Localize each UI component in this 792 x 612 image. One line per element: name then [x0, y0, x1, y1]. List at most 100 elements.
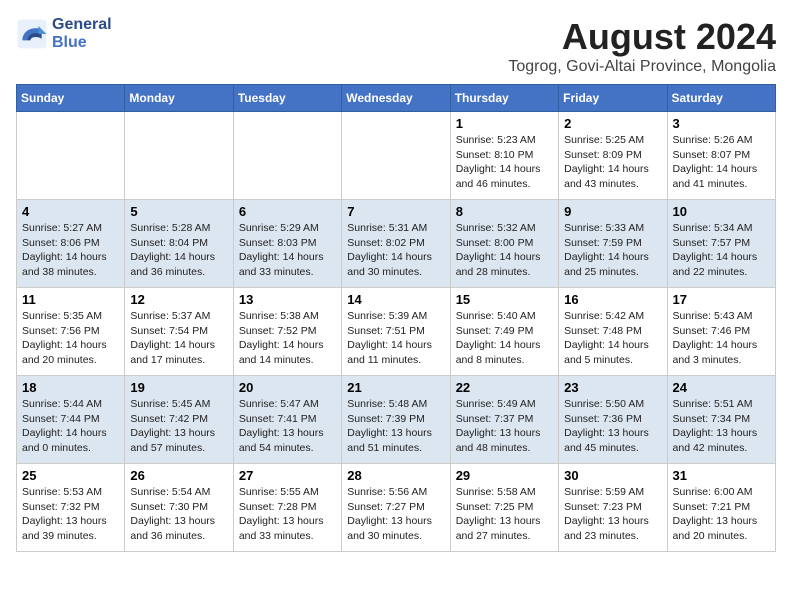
cell-content: Sunrise: 5:37 AM Sunset: 7:54 PM Dayligh… — [130, 309, 227, 368]
day-number: 8 — [456, 204, 553, 219]
cell-content: Sunrise: 5:29 AM Sunset: 8:03 PM Dayligh… — [239, 221, 336, 280]
day-number: 21 — [347, 380, 444, 395]
cell-w4-d5: 22 Sunrise: 5:49 AM Sunset: 7:37 PM Dayli… — [450, 376, 558, 464]
cell-w2-d1: 4 Sunrise: 5:27 AM Sunset: 8:06 PM Daylig… — [17, 200, 125, 288]
day-number: 23 — [564, 380, 661, 395]
cell-content: Sunrise: 5:35 AM Sunset: 7:56 PM Dayligh… — [22, 309, 119, 368]
cell-content: Sunrise: 5:59 AM Sunset: 7:23 PM Dayligh… — [564, 485, 661, 544]
header-monday: Monday — [125, 85, 233, 112]
cell-content: Sunrise: 5:51 AM Sunset: 7:34 PM Dayligh… — [673, 397, 770, 456]
day-number: 7 — [347, 204, 444, 219]
header-wednesday: Wednesday — [342, 85, 450, 112]
cell-content: Sunrise: 5:43 AM Sunset: 7:46 PM Dayligh… — [673, 309, 770, 368]
calendar-body: 1Sunrise: 5:23 AM Sunset: 8:10 PM Daylig… — [17, 112, 776, 552]
cell-content: Sunrise: 5:47 AM Sunset: 7:41 PM Dayligh… — [239, 397, 336, 456]
cell-w2-d4: 7 Sunrise: 5:31 AM Sunset: 8:02 PM Daylig… — [342, 200, 450, 288]
day-number: 28 — [347, 468, 444, 483]
cell-content: Sunrise: 5:39 AM Sunset: 7:51 PM Dayligh… — [347, 309, 444, 368]
day-number: 10 — [673, 204, 770, 219]
week-row-3: 11 Sunrise: 5:35 AM Sunset: 7:56 PM Dayli… — [17, 288, 776, 376]
cell-w3-d5: 15 Sunrise: 5:40 AM Sunset: 7:49 PM Dayli… — [450, 288, 558, 376]
cell-w1-d4 — [342, 112, 450, 200]
day-number: 14 — [347, 292, 444, 307]
day-number: 22 — [456, 380, 553, 395]
cell-content: Sunrise: 5:33 AM Sunset: 7:59 PM Dayligh… — [564, 221, 661, 280]
day-number: 6 — [239, 204, 336, 219]
day-number: 5 — [130, 204, 227, 219]
day-number: 2 — [564, 116, 661, 131]
cell-w1-d1 — [17, 112, 125, 200]
day-number: 25 — [22, 468, 119, 483]
cell-w3-d3: 13 Sunrise: 5:38 AM Sunset: 7:52 PM Dayli… — [233, 288, 341, 376]
cell-content: Sunrise: 5:32 AM Sunset: 8:00 PM Dayligh… — [456, 221, 553, 280]
cell-w4-d3: 20 Sunrise: 5:47 AM Sunset: 7:41 PM Dayli… — [233, 376, 341, 464]
day-number: 24 — [673, 380, 770, 395]
header: General Blue August 2024 Togrog, Govi-Al… — [16, 16, 776, 76]
header-sunday: Sunday — [17, 85, 125, 112]
day-number: 4 — [22, 204, 119, 219]
week-row-2: 4 Sunrise: 5:27 AM Sunset: 8:06 PM Daylig… — [17, 200, 776, 288]
day-number: 29 — [456, 468, 553, 483]
cell-w5-d7: 31Sunrise: 6:00 AM Sunset: 7:21 PM Dayli… — [667, 464, 775, 552]
day-number: 20 — [239, 380, 336, 395]
day-number: 19 — [130, 380, 227, 395]
cell-w2-d7: 10 Sunrise: 5:34 AM Sunset: 7:57 PM Dayli… — [667, 200, 775, 288]
week-row-4: 18Sunrise: 5:44 AM Sunset: 7:44 PM Dayli… — [17, 376, 776, 464]
day-number: 30 — [564, 468, 661, 483]
day-number: 13 — [239, 292, 336, 307]
cell-content: Sunrise: 5:27 AM Sunset: 8:06 PM Dayligh… — [22, 221, 119, 280]
cell-content: Sunrise: 5:38 AM Sunset: 7:52 PM Dayligh… — [239, 309, 336, 368]
cell-w1-d6: 2Sunrise: 5:25 AM Sunset: 8:09 PM Daylig… — [559, 112, 667, 200]
day-number: 18 — [22, 380, 119, 395]
header-saturday: Saturday — [667, 85, 775, 112]
cell-content: Sunrise: 5:31 AM Sunset: 8:02 PM Dayligh… — [347, 221, 444, 280]
cell-w1-d7: 3Sunrise: 5:26 AM Sunset: 8:07 PM Daylig… — [667, 112, 775, 200]
weekday-header-row: Sunday Monday Tuesday Wednesday Thursday… — [17, 85, 776, 112]
logo-icon — [16, 18, 48, 50]
cell-w4-d2: 19Sunrise: 5:45 AM Sunset: 7:42 PM Dayli… — [125, 376, 233, 464]
logo: General Blue — [16, 16, 112, 52]
cell-w5-d3: 27Sunrise: 5:55 AM Sunset: 7:28 PM Dayli… — [233, 464, 341, 552]
header-tuesday: Tuesday — [233, 85, 341, 112]
logo-text: General Blue — [52, 16, 112, 52]
cell-w5-d2: 26Sunrise: 5:54 AM Sunset: 7:30 PM Dayli… — [125, 464, 233, 552]
week-row-1: 1Sunrise: 5:23 AM Sunset: 8:10 PM Daylig… — [17, 112, 776, 200]
cell-w4-d1: 18Sunrise: 5:44 AM Sunset: 7:44 PM Dayli… — [17, 376, 125, 464]
day-number: 3 — [673, 116, 770, 131]
subtitle: Togrog, Govi-Altai Province, Mongolia — [508, 58, 776, 76]
day-number: 16 — [564, 292, 661, 307]
cell-content: Sunrise: 5:48 AM Sunset: 7:39 PM Dayligh… — [347, 397, 444, 456]
cell-w3-d1: 11 Sunrise: 5:35 AM Sunset: 7:56 PM Dayli… — [17, 288, 125, 376]
day-number: 11 — [22, 292, 119, 307]
calendar-header: Sunday Monday Tuesday Wednesday Thursday… — [17, 85, 776, 112]
cell-w4-d7: 24 Sunrise: 5:51 AM Sunset: 7:34 PM Dayli… — [667, 376, 775, 464]
cell-content: Sunrise: 5:58 AM Sunset: 7:25 PM Dayligh… — [456, 485, 553, 544]
cell-content: Sunrise: 5:50 AM Sunset: 7:36 PM Dayligh… — [564, 397, 661, 456]
cell-content: Sunrise: 5:28 AM Sunset: 8:04 PM Dayligh… — [130, 221, 227, 280]
cell-w2-d5: 8 Sunrise: 5:32 AM Sunset: 8:00 PM Daylig… — [450, 200, 558, 288]
cell-w4-d6: 23 Sunrise: 5:50 AM Sunset: 7:36 PM Dayli… — [559, 376, 667, 464]
cell-w2-d2: 5 Sunrise: 5:28 AM Sunset: 8:04 PM Daylig… — [125, 200, 233, 288]
cell-w5-d5: 29 Sunrise: 5:58 AM Sunset: 7:25 PM Dayli… — [450, 464, 558, 552]
cell-content: Sunrise: 5:42 AM Sunset: 7:48 PM Dayligh… — [564, 309, 661, 368]
cell-w1-d2 — [125, 112, 233, 200]
cell-content: Sunrise: 5:53 AM Sunset: 7:32 PM Dayligh… — [22, 485, 119, 544]
day-number: 26 — [130, 468, 227, 483]
cell-w1-d3 — [233, 112, 341, 200]
cell-w5-d1: 25 Sunrise: 5:53 AM Sunset: 7:32 PM Dayli… — [17, 464, 125, 552]
cell-content: Sunrise: 5:23 AM Sunset: 8:10 PM Dayligh… — [456, 133, 553, 192]
cell-w4-d4: 21 Sunrise: 5:48 AM Sunset: 7:39 PM Dayli… — [342, 376, 450, 464]
cell-w3-d7: 17 Sunrise: 5:43 AM Sunset: 7:46 PM Dayli… — [667, 288, 775, 376]
day-number: 17 — [673, 292, 770, 307]
cell-w5-d4: 28Sunrise: 5:56 AM Sunset: 7:27 PM Dayli… — [342, 464, 450, 552]
cell-w2-d6: 9Sunrise: 5:33 AM Sunset: 7:59 PM Daylig… — [559, 200, 667, 288]
calendar-table: Sunday Monday Tuesday Wednesday Thursday… — [16, 84, 776, 552]
cell-content: Sunrise: 5:40 AM Sunset: 7:49 PM Dayligh… — [456, 309, 553, 368]
day-number: 15 — [456, 292, 553, 307]
cell-content: Sunrise: 5:34 AM Sunset: 7:57 PM Dayligh… — [673, 221, 770, 280]
cell-w3-d2: 12Sunrise: 5:37 AM Sunset: 7:54 PM Dayli… — [125, 288, 233, 376]
header-friday: Friday — [559, 85, 667, 112]
cell-w3-d4: 14 Sunrise: 5:39 AM Sunset: 7:51 PM Dayli… — [342, 288, 450, 376]
cell-content: Sunrise: 5:49 AM Sunset: 7:37 PM Dayligh… — [456, 397, 553, 456]
cell-w1-d5: 1Sunrise: 5:23 AM Sunset: 8:10 PM Daylig… — [450, 112, 558, 200]
